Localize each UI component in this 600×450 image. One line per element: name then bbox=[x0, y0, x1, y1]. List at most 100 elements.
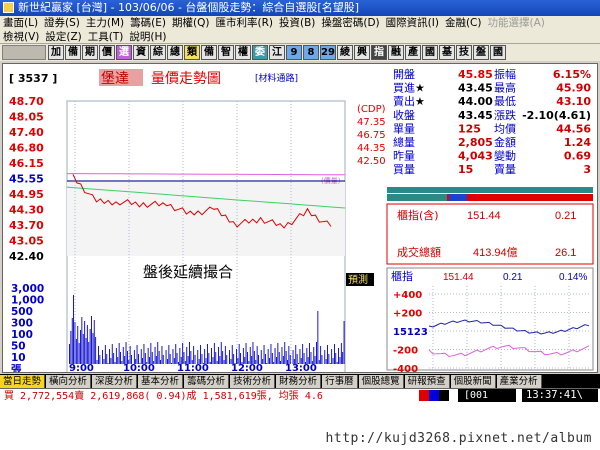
volume-bar bbox=[160, 360, 161, 364]
volume-bar bbox=[179, 348, 181, 364]
quote-label: 賣量 bbox=[494, 162, 516, 176]
menu-item[interactable]: 期權(Q) bbox=[169, 16, 212, 30]
toolbar-button[interactable]: 29 bbox=[320, 45, 336, 60]
volume-bar bbox=[266, 363, 268, 364]
volume-bar bbox=[302, 344, 304, 364]
price-tick-label: 44.30 bbox=[9, 204, 44, 217]
menu-item[interactable]: 說明(H) bbox=[126, 30, 169, 44]
after-hours-notice: 盤後延續撮合 bbox=[143, 263, 233, 281]
volume-bar bbox=[212, 357, 214, 364]
tab-5[interactable]: 技術分析 bbox=[230, 375, 276, 388]
toolbar-button[interactable]: 備 bbox=[65, 45, 81, 60]
menu-item[interactable]: 金融(C) bbox=[442, 16, 485, 30]
toolbar-button[interactable]: 智 bbox=[218, 45, 234, 60]
price-tick-label: 43.05 bbox=[9, 235, 44, 248]
tab-0[interactable]: 當日走勢 bbox=[0, 375, 46, 388]
toolbar-button[interactable]: 委 bbox=[252, 45, 268, 60]
tab-9[interactable]: 研報預查 bbox=[404, 375, 450, 388]
price-tick-label: 44.95 bbox=[9, 188, 44, 201]
price-axis: 48.70 48.05 47.40 46.80 46.15 45.55 44.95 44.30… bbox=[9, 95, 44, 263]
toolbar-button[interactable]: 基 bbox=[439, 45, 455, 60]
toolbar-button[interactable]: 價 bbox=[99, 45, 115, 60]
tab-3[interactable]: 基本分析 bbox=[138, 375, 184, 388]
toolbar-button[interactable]: 選 bbox=[116, 45, 132, 60]
volume-bar bbox=[219, 356, 221, 364]
menu-item[interactable]: 工具(T) bbox=[85, 30, 127, 44]
industry-link[interactable]: [材料通路] bbox=[255, 72, 298, 84]
time-tick-label: 9:00 bbox=[69, 363, 94, 372]
toolbar-button[interactable]: 資 bbox=[133, 45, 149, 60]
toolbar-button[interactable]: 加 bbox=[48, 45, 64, 60]
toolbar-button[interactable]: 指 bbox=[371, 45, 387, 60]
toolbar-button[interactable]: 綜 bbox=[150, 45, 166, 60]
tab-11[interactable]: 產業分析 bbox=[496, 375, 542, 388]
status-bar: 買 2,772,554賣 2,619,868( 0.94)成 1,581,619… bbox=[0, 388, 600, 402]
volume-bar bbox=[260, 350, 262, 364]
neutral-bar-part bbox=[449, 194, 467, 201]
app-window: 新世紀贏家 [台灣] - 103/06/06 - 台盤個股走勢：綜合自選股[名望… bbox=[0, 0, 600, 450]
tab-10[interactable]: 個股新聞 bbox=[450, 375, 496, 388]
volume-bar bbox=[274, 348, 276, 364]
menu-item[interactable]: 籌碼(E) bbox=[127, 16, 169, 30]
toolbar-button[interactable]: 盤 bbox=[473, 45, 489, 60]
volume-bar bbox=[278, 352, 280, 364]
tab-4[interactable]: 籌碼分析 bbox=[184, 375, 230, 388]
toolbar-button[interactable]: 9 bbox=[286, 45, 302, 60]
tab-2[interactable]: 深度分析 bbox=[92, 375, 138, 388]
chart-canvas[interactable]: [ 3537 ] 堡達 量價走勢圖 [材料通路] 48.70 48.05 47.40… bbox=[3, 64, 597, 376]
volume-bar bbox=[340, 343, 342, 364]
toolbar-button[interactable]: 融 bbox=[388, 45, 404, 60]
quote-value: 43.45 bbox=[458, 82, 493, 95]
channel-code[interactable]: [001 bbox=[458, 389, 516, 402]
volume-bar bbox=[91, 316, 92, 364]
toolbar-button[interactable]: 江 bbox=[269, 45, 285, 60]
toolbar-button[interactable]: 期 bbox=[82, 45, 98, 60]
tab-8[interactable]: 個股總覽 bbox=[358, 375, 404, 388]
mini-index-change: 0.21 bbox=[503, 272, 523, 283]
volume-bar bbox=[129, 346, 131, 364]
toolbar-button[interactable]: 備 bbox=[201, 45, 217, 60]
index-box-value: 151.44 bbox=[467, 210, 501, 222]
volume-bar bbox=[200, 345, 201, 364]
toolbar-button[interactable]: 國 bbox=[422, 45, 438, 60]
tab-6[interactable]: 財務分析 bbox=[276, 375, 322, 388]
toolbar-button[interactable]: 權 bbox=[235, 45, 251, 60]
menu-item[interactable]: 主力(M) bbox=[83, 16, 127, 30]
menu-item[interactable]: 投資(B) bbox=[276, 16, 318, 30]
menu-item[interactable]: 操盤密碼(D) bbox=[318, 16, 382, 30]
toolbar-button[interactable]: 產 bbox=[405, 45, 421, 60]
toolbar-grip-icon[interactable] bbox=[2, 45, 46, 60]
volume-bar bbox=[223, 360, 225, 364]
tab-1[interactable]: 橫向分析 bbox=[46, 375, 92, 388]
volume-bar bbox=[306, 348, 308, 364]
menu-item[interactable]: 功能選擇(A) bbox=[484, 16, 547, 30]
volume-bar bbox=[107, 363, 109, 364]
quote-value: 44.00 bbox=[458, 95, 493, 108]
volume-bar bbox=[213, 343, 215, 364]
predict-badge[interactable]: 預測 bbox=[348, 273, 368, 286]
volume-bar bbox=[339, 357, 341, 364]
menu-item[interactable]: 國際資訊(I) bbox=[383, 16, 442, 30]
menu-item[interactable]: 設定(Z) bbox=[42, 30, 84, 44]
volume-bar bbox=[109, 349, 110, 364]
toolbar-button[interactable]: 技 bbox=[456, 45, 472, 60]
quote-label: 最低 bbox=[494, 95, 516, 108]
price-tick-label: 46.15 bbox=[9, 157, 44, 170]
toolbar-button[interactable]: 綾 bbox=[337, 45, 353, 60]
menu-item[interactable]: 匯市利率(R) bbox=[212, 16, 276, 30]
volume-tick-label: 300 bbox=[11, 318, 33, 330]
clock: 13:37:41\ bbox=[522, 389, 598, 402]
toolbar-button[interactable]: 興 bbox=[354, 45, 370, 60]
analysis-tabs: 當日走勢 橫向分析 深度分析 基本分析 籌碼分析 技術分析 財務分析 行事曆 個股總覽 研報預查個… bbox=[0, 374, 600, 388]
menu-item[interactable]: 畫面(L) bbox=[0, 16, 41, 30]
toolbar-button[interactable]: 總 bbox=[167, 45, 183, 60]
toolbar-button[interactable]: 8 bbox=[303, 45, 319, 60]
tab-7[interactable]: 行事曆 bbox=[322, 375, 358, 388]
toolbar-button[interactable]: 國 bbox=[490, 45, 506, 60]
volume-bar bbox=[110, 358, 112, 364]
menu-item[interactable]: 證券(S) bbox=[41, 16, 83, 30]
quote-value: 44.56 bbox=[556, 122, 591, 135]
volume-bar bbox=[249, 347, 251, 364]
menu-item[interactable]: 檢視(V) bbox=[0, 30, 42, 44]
toolbar-button[interactable]: 類 bbox=[184, 45, 200, 60]
